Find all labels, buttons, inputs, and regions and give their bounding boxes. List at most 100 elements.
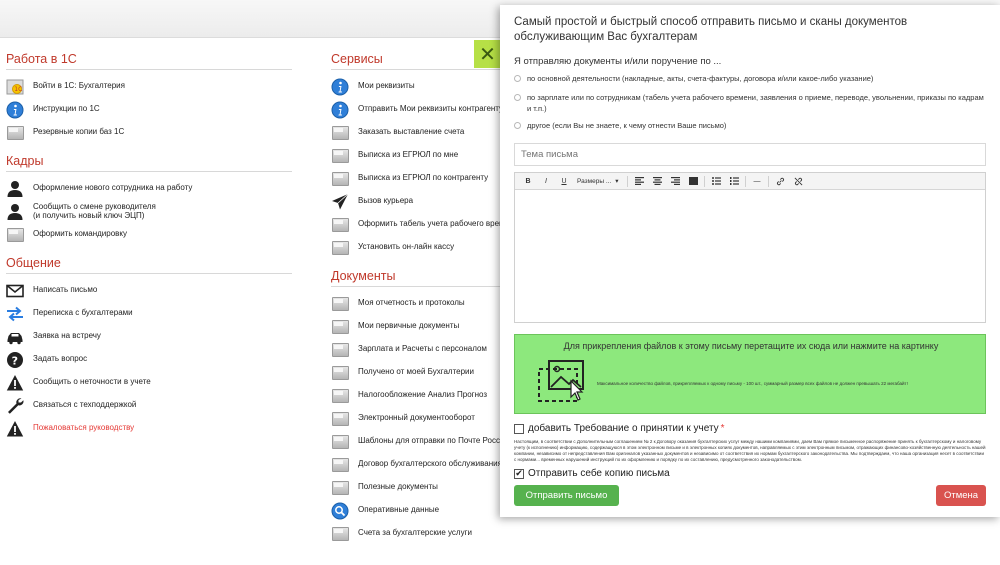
section-title: Кадры (6, 154, 292, 172)
align-justify-button[interactable] (684, 175, 702, 188)
editor-toolbar: B I U Размеры ... ▾ — (515, 173, 985, 190)
menu-item[interactable]: Написать письмо (6, 279, 292, 302)
copy-checkbox-row[interactable]: ✔ Отправить себе копию письма (514, 468, 670, 479)
menu-item[interactable]: Зарплата и Расчеты с персоналом (331, 338, 506, 361)
menu-item[interactable]: Оформление нового сотрудника на работу (6, 177, 292, 200)
numbered-list-button[interactable] (725, 175, 743, 188)
menu-section: Кадры Оформление нового сотрудника на раб… (6, 154, 292, 246)
menu-item[interactable]: Переписка с бухгалтерами (6, 302, 292, 325)
underline-button[interactable]: U (555, 175, 573, 188)
cancel-button[interactable]: Отмена (936, 485, 986, 506)
menu-item-text: Счета за бухгалтерские услуги (358, 528, 472, 538)
info-icon (6, 101, 24, 119)
align-left-button[interactable] (630, 175, 648, 188)
file-dropzone[interactable]: Для прикрепления файлов к этому письму п… (514, 334, 986, 414)
menu-item[interactable]: Пожаловаться руководству (6, 417, 292, 440)
modal-title: Самый простой и быстрый способ отправить… (514, 16, 908, 43)
copy-checkbox[interactable]: ✔ (514, 468, 524, 479)
menu-item-label: Зарплата и Расчеты с персоналом (358, 344, 487, 354)
modal-subtitle: Я отправляю документы и/или поручение по… (514, 56, 722, 67)
menu-item-label: Задать вопрос (33, 354, 87, 364)
menu-item[interactable]: Получено от моей Бухгалтерии (331, 361, 506, 384)
menu-item[interactable]: Шаблоны для отправки по Почте России (331, 430, 506, 453)
align-center-icon (652, 177, 662, 185)
menu-item[interactable]: Полезные документы (331, 476, 506, 499)
section-title: Документы (331, 269, 506, 287)
bullet-list-button[interactable] (707, 175, 725, 188)
font-size-select[interactable]: Размеры ... ▾ (573, 175, 625, 188)
menu-item[interactable]: 1С Войти в 1С: Бухгалтерия (6, 75, 292, 98)
menu-item-label: Налогообложение Анализ Прогноз (358, 390, 487, 400)
menu-item[interactable]: Оперативные данные (331, 499, 506, 522)
italic-button[interactable]: I (537, 175, 555, 188)
requirement-checkbox[interactable] (514, 423, 524, 434)
menu-item[interactable]: ? Задать вопрос (6, 348, 292, 371)
folder-icon (331, 216, 349, 234)
menu-item[interactable]: Сообщить о смене руководителя (и получить… (6, 200, 292, 223)
menu-item[interactable]: Резервные копии баз 1С (6, 121, 292, 144)
radio-label: по зарплате или по сотрудникам (табель у… (527, 93, 984, 113)
menu-item[interactable]: Налогообложение Анализ Прогноз (331, 384, 506, 407)
menu-item-text: Выписка из ЕГРЮЛ по мне (358, 150, 459, 160)
menu-item-label: Заявка на встречу (33, 331, 101, 341)
1c-logo-icon: 1С (6, 78, 24, 96)
folder-icon (331, 147, 349, 165)
message-editor[interactable]: B I U Размеры ... ▾ — (514, 172, 986, 323)
dropzone-text: Для прикрепления файлов к этому письму п… (563, 341, 939, 351)
folder-icon (331, 433, 349, 451)
envelope-icon (6, 282, 24, 300)
menu-item-text: Зарплата и Расчеты с персоналом (358, 344, 487, 354)
send-letter-button[interactable]: Отправить письмо (514, 485, 619, 506)
menu-item[interactable]: Заявка на встречу (6, 325, 292, 348)
menu-item[interactable]: Оформить командировку (6, 223, 292, 246)
unlink-button[interactable] (789, 175, 807, 188)
folder-icon (331, 479, 349, 497)
menu-item-label: Написать письмо (33, 285, 97, 295)
align-right-button[interactable] (666, 175, 684, 188)
menu-item[interactable]: Установить он-лайн кассу (331, 236, 506, 259)
menu-item[interactable]: Электронный документооборот (331, 407, 506, 430)
horizontal-rule-button[interactable]: — (748, 175, 766, 188)
radio-other[interactable]: другое (если Вы не знаете, к чему отнест… (514, 121, 986, 132)
menu-item-text: Резервные копии баз 1С (33, 127, 125, 137)
menu-item[interactable]: Выписка из ЕГРЮЛ по мне (331, 144, 506, 167)
toolbar-divider (704, 175, 705, 187)
menu-item[interactable]: Сообщить о неточности в учете (6, 371, 292, 394)
align-center-button[interactable] (648, 175, 666, 188)
menu-item[interactable]: Заказать выставление счета (331, 121, 506, 144)
menu-item[interactable]: Отправить Мои реквизиты контрагенту (331, 98, 506, 121)
person-icon (6, 203, 24, 221)
copy-label: Отправить себе копию письма (528, 468, 670, 479)
requirement-checkbox-row[interactable]: добавить Требование о принятии к учету * (514, 423, 725, 434)
menu-item[interactable]: Оформить табель учета рабочего времени (331, 213, 506, 236)
radio-main-activity[interactable]: по основной деятельности (накладные, акт… (514, 74, 986, 85)
subject-input[interactable] (514, 143, 986, 166)
close-modal-button[interactable]: ✕ (474, 40, 501, 68)
folder-icon (331, 341, 349, 359)
menu-item-text: Инструкции по 1С (33, 104, 100, 114)
radio-salary[interactable]: по зарплате или по сотрудникам (табель у… (514, 93, 984, 114)
menu-item[interactable]: Мои первичные документы (331, 315, 506, 338)
menu-item[interactable]: Выписка из ЕГРЮЛ по контрагенту (331, 167, 506, 190)
folder-icon (331, 170, 349, 188)
chevron-down-icon: ▾ (615, 178, 619, 185)
menu-item[interactable]: Мои реквизиты (331, 75, 506, 98)
menu-section: Документы Моя отчетность и протоколы Мои п… (331, 269, 506, 545)
section-title: Работа в 1С (6, 52, 292, 70)
radio-circle (514, 122, 521, 129)
menu-item-label: Сообщить о смене руководителя (и получить… (33, 202, 156, 221)
folder-icon (331, 318, 349, 336)
menu-item[interactable]: Счета за бухгалтерские услуги (331, 522, 506, 545)
menu-item-text: Заказать выставление счета (358, 127, 465, 137)
bold-button[interactable]: B (519, 175, 537, 188)
folder-icon (331, 295, 349, 313)
menu-item[interactable]: Моя отчетность и протоколы (331, 292, 506, 315)
menu-item-label: Оперативные данные (358, 505, 439, 515)
menu-item[interactable]: Связаться с техподдержкой (6, 394, 292, 417)
folder-icon (331, 525, 349, 543)
menu-item-label: Договор бухгалтерского обслуживания (358, 459, 502, 469)
menu-item[interactable]: Инструкции по 1С (6, 98, 292, 121)
menu-item[interactable]: Вызов курьера (331, 190, 506, 213)
link-button[interactable] (771, 175, 789, 188)
menu-item[interactable]: Договор бухгалтерского обслуживания (331, 453, 506, 476)
